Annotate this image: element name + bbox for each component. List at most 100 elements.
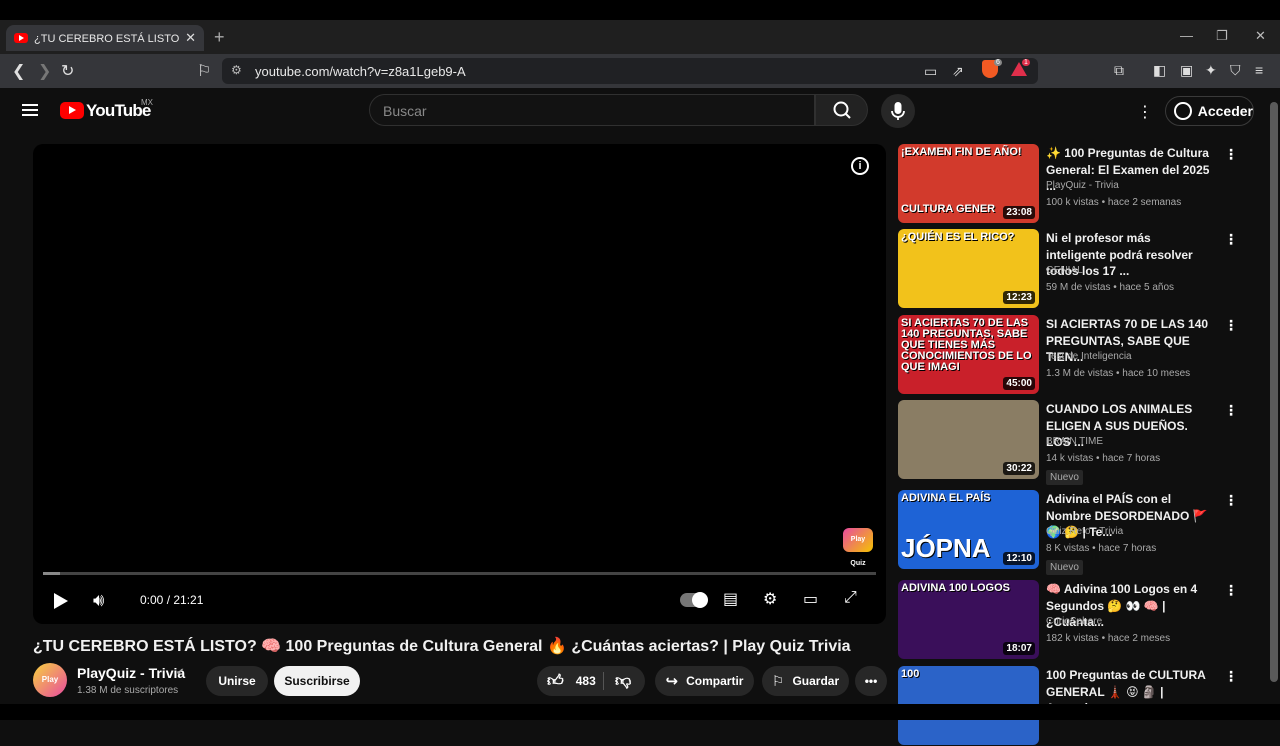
share-icon: ↪	[665, 673, 679, 690]
recommendation-kebab-icon[interactable]: ⋮	[1224, 231, 1238, 248]
video-thumbnail[interactable]: ADIVINA 100 LOGOS 18:07	[898, 580, 1039, 659]
new-tab-icon[interactable]: +	[214, 27, 225, 48]
verified-icon: ✔	[176, 667, 185, 678]
join-button[interactable]: Unirse	[206, 666, 268, 696]
channel-avatar[interactable]: Play Quiz	[33, 663, 67, 718]
recommendation-item[interactable]: ¿QUIÉN ES EL RICO? 12:23 Ni el profesor má…	[898, 229, 1238, 309]
scrollbar-thumb[interactable]	[1270, 102, 1278, 682]
brave-shields-count: 6	[994, 59, 1002, 66]
recommendation-channel[interactable]: Test de Inteligencia	[1046, 351, 1132, 362]
bookmark-icon[interactable]: ⚐	[197, 61, 211, 81]
recommendation-channel[interactable]: PlayQuiz - Trivia	[1046, 180, 1119, 191]
recommendation-kebab-icon[interactable]: ⋮	[1224, 146, 1238, 163]
recommendation-meta: 1.3 M de vistas • hace 10 meses	[1046, 368, 1191, 379]
browser-tab[interactable]: ¿TU CEREBRO ESTÁ LISTO? 🧠 1 ✕	[6, 25, 204, 51]
video-duration: 12:23	[1003, 291, 1035, 304]
reload-icon[interactable]: ↻	[61, 61, 74, 81]
recommendation-item[interactable]: SI ACIERTAS 70 DE LAS 140 PREGUNTAS, SAB…	[898, 315, 1238, 395]
subscribe-button[interactable]: Suscribirse	[274, 666, 360, 696]
maximize-icon[interactable]: ❐	[1216, 28, 1228, 44]
settings-gear-icon[interactable]: ⚙	[763, 589, 777, 609]
recommendation-item[interactable]: ¡EXAMEN FIN DE AÑO! CULTURA GENER 23:08 ✨ 1…	[898, 144, 1238, 224]
recommendation-item[interactable]: ADIVINA EL PAÍS JÓPNA 12:10 Adivina el PAÍS…	[898, 490, 1238, 575]
video-duration: 45:00	[1003, 377, 1035, 390]
new-badge: Nuevo	[1046, 560, 1083, 575]
back-icon[interactable]: ❮	[12, 61, 25, 81]
recommendation-channel[interactable]: GENIAL	[1046, 265, 1083, 276]
like-count[interactable]: 483	[576, 674, 596, 688]
recommendation-channel[interactable]: Quiz Reto - Trivia	[1046, 526, 1123, 537]
progress-bar[interactable]	[43, 572, 876, 575]
video-thumbnail[interactable]: 30:22	[898, 400, 1039, 479]
volume-icon[interactable]: 🔊︎	[93, 590, 104, 611]
address-bar[interactable]: ⚙ youtube.com/watch?v=z8a1Lgeb9-A ▭ ⇗	[222, 58, 1038, 84]
like-dislike-group: 👍︎ 483 👎︎	[537, 666, 645, 696]
scrollbar[interactable]	[1268, 88, 1280, 704]
minimize-icon[interactable]: —	[1180, 28, 1193, 43]
region-code: MX	[141, 98, 153, 107]
video-thumbnail[interactable]: ¿QUIÉN ES EL RICO? 12:23	[898, 229, 1039, 308]
youtube-logo-icon[interactable]	[60, 102, 84, 119]
recommendation-meta: 14 k vistas • hace 7 horas	[1046, 453, 1161, 464]
progress-fill	[43, 572, 60, 575]
recommendation-kebab-icon[interactable]: ⋮	[1224, 492, 1238, 509]
screen-top-bar	[0, 0, 1280, 20]
subscriber-count: 1.38 M de suscriptores	[77, 685, 179, 696]
share-button[interactable]: ↪ Compartir	[655, 666, 754, 696]
tab-title: ¿TU CEREBRO ESTÁ LISTO? 🧠 1	[34, 32, 180, 45]
search-input[interactable]	[383, 103, 783, 119]
dislike-icon[interactable]: 👎︎	[615, 672, 631, 691]
thumbnail-caption: SI ACIERTAS 70 DE LAS 140 PREGUNTAS, SAB…	[901, 317, 1032, 373]
video-thumbnail[interactable]: SI ACIERTAS 70 DE LAS 140 PREGUNTAS, SAB…	[898, 315, 1039, 394]
recommendation-kebab-icon[interactable]: ⋮	[1224, 582, 1238, 599]
cast-icon[interactable]: ▭	[924, 63, 937, 80]
channel-watermark[interactable]: Play Quiz	[843, 528, 873, 567]
fullscreen-icon[interactable]: ⤢	[844, 589, 857, 607]
close-tab-icon[interactable]: ✕	[185, 30, 196, 46]
recommendation-meta: 8 K vistas • hace 7 horas	[1046, 543, 1157, 554]
channel-name[interactable]: PlayQuiz - Trivia	[77, 665, 185, 681]
video-player[interactable]: i Play Quiz 🔊︎ 0:00 / 21:21 ▤ ⚙ ▭ ⤢	[33, 144, 886, 624]
close-window-icon[interactable]: ✕	[1255, 28, 1266, 44]
settings-kebab-icon[interactable]: ⋮	[1137, 102, 1153, 122]
recommendation-kebab-icon[interactable]: ⋮	[1224, 402, 1238, 419]
sign-in-button[interactable]: Acceder	[1165, 96, 1254, 126]
browser-toolbar: ❮ ❯ ↻ ⚐ ⚙ youtube.com/watch?v=z8a1Lgeb9-…	[0, 54, 1280, 88]
video-thumbnail[interactable]: ¡EXAMEN FIN DE AÑO! CULTURA GENER 23:08	[898, 144, 1039, 223]
search-box[interactable]	[369, 94, 815, 126]
leo-ai-icon[interactable]: ✦	[1205, 62, 1217, 79]
theater-mode-icon[interactable]: ▭	[803, 589, 818, 609]
recommendation-item[interactable]: 30:22 CUANDO LOS ANIMALES ELIGEN A SUS DU…	[898, 400, 1238, 485]
voice-search-button[interactable]	[881, 94, 915, 128]
recommendation-item[interactable]: ADIVINA 100 LOGOS 18:07 🧠 Adivina 100 Logo…	[898, 580, 1238, 660]
menu-icon[interactable]: ≡	[1255, 62, 1263, 78]
share-page-icon[interactable]: ⇗	[952, 63, 964, 80]
play-icon[interactable]	[54, 593, 68, 609]
hamburger-menu-icon[interactable]	[22, 104, 38, 116]
recommendation-channel[interactable]: BRAIN TIME	[1046, 436, 1103, 447]
info-icon[interactable]: i	[851, 157, 869, 175]
save-button[interactable]: ⚐ Guardar	[762, 666, 849, 696]
microphone-icon	[891, 102, 905, 120]
sign-in-label: Acceder	[1197, 103, 1253, 119]
wallet-icon[interactable]: ▣	[1180, 62, 1193, 79]
search-button[interactable]	[815, 94, 868, 126]
vpn-shield-icon[interactable]: ⛉	[1230, 62, 1241, 79]
more-actions-icon[interactable]: •••	[855, 666, 887, 696]
like-divider	[603, 672, 604, 690]
forward-icon[interactable]: ❯	[38, 61, 51, 81]
browser-tab-strip: ¿TU CEREBRO ESTÁ LISTO? 🧠 1 ✕ + — ❐ ✕	[0, 20, 1280, 54]
recommendation-channel[interactable]: CurioSphere	[1046, 616, 1102, 627]
reader-icon[interactable]: ⧉	[1114, 62, 1124, 79]
recommendation-kebab-icon[interactable]: ⋮	[1224, 317, 1238, 334]
site-settings-icon[interactable]: ⚙	[231, 63, 242, 77]
like-icon[interactable]: 👍︎	[547, 672, 564, 691]
subtitles-icon[interactable]: ▤	[723, 589, 738, 609]
sidebar-icon[interactable]: ◧	[1153, 62, 1166, 79]
video-thumbnail[interactable]: ADIVINA EL PAÍS JÓPNA 12:10	[898, 490, 1039, 569]
save-icon: ⚐	[771, 672, 785, 689]
time-display: 0:00 / 21:21	[140, 593, 204, 607]
recommendation-kebab-icon[interactable]: ⋮	[1224, 668, 1238, 685]
autoplay-toggle[interactable]	[680, 592, 708, 608]
url-text: youtube.com/watch?v=z8a1Lgeb9-A	[255, 64, 466, 79]
